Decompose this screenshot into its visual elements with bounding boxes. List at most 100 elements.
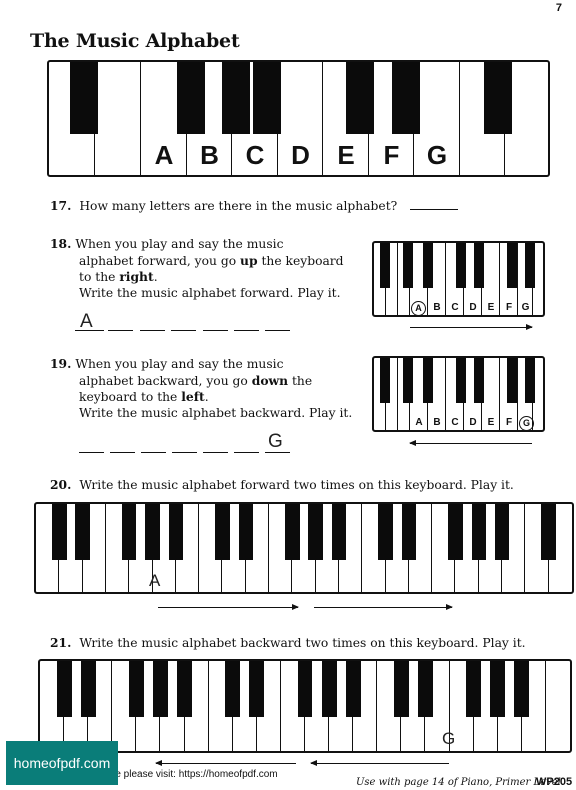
black-key: [448, 504, 463, 560]
black-key: [484, 62, 512, 134]
black-key: [168, 504, 184, 560]
black-key: [308, 504, 323, 560]
black-key: [507, 358, 517, 403]
key-letter-f: F: [383, 140, 400, 170]
watermark-badge[interactable]: homeofpdf.com: [6, 741, 118, 785]
question-number: 18.: [50, 236, 72, 251]
key-letter-a: A: [415, 417, 423, 428]
music-alphabet-keyboard: A B C D E F G: [47, 60, 550, 177]
key-letter-b: B: [200, 140, 219, 170]
black-key: [321, 661, 337, 717]
black-key: [215, 504, 230, 560]
answer-blank[interactable]: [203, 452, 228, 453]
black-key: [490, 661, 506, 717]
question-number: 19.: [50, 356, 72, 371]
black-key: [145, 504, 160, 560]
answer-blank[interactable]: [79, 452, 104, 453]
black-key: [380, 358, 390, 403]
black-key: [128, 661, 144, 717]
forward-two-octave-keyboard: [34, 502, 574, 594]
handwritten-answer: G: [268, 431, 283, 452]
black-key: [225, 661, 241, 717]
key-letter-f: F: [505, 417, 513, 428]
backward-keyboard: A B C D E F G: [372, 356, 545, 432]
black-key: [345, 661, 361, 717]
answer-blank[interactable]: [140, 330, 165, 331]
key-letter-g: G: [426, 140, 448, 170]
handwritten-answer: A: [149, 571, 161, 590]
answer-blank[interactable]: [75, 330, 104, 331]
question-line: keyboard to the: [79, 390, 182, 404]
book-code: WP205: [536, 776, 573, 788]
black-key: [474, 358, 484, 403]
question-line: .: [204, 390, 209, 404]
question-text: Write the music alphabet forward two tim…: [79, 478, 514, 492]
emphasis-word: up: [240, 252, 258, 268]
black-key: [52, 504, 67, 560]
question-17: 17. How many letters are there in the mu…: [50, 198, 397, 215]
black-key: [514, 661, 530, 717]
black-key: [152, 661, 168, 717]
use-with-note: Use with page 14 of Piano, Primer Level.: [356, 777, 564, 788]
question-line: .: [153, 270, 158, 284]
black-key: [285, 504, 300, 560]
key-letter-b: B: [433, 417, 441, 428]
right-arrow: [314, 603, 453, 610]
answer-blank[interactable]: [171, 330, 196, 331]
key-letter-a: A: [154, 140, 174, 170]
black-key: [401, 504, 417, 560]
key-letter-g-circled: G: [519, 416, 534, 430]
black-key: [403, 243, 413, 288]
black-key: [541, 504, 556, 560]
right-arrow: [158, 603, 299, 610]
key-letter-b: B: [433, 302, 441, 313]
black-key: [70, 62, 98, 134]
answer-blank[interactable]: [110, 452, 135, 453]
question-19: 19. When you play and say the music alph…: [50, 356, 352, 421]
key-letter-c: C: [451, 417, 459, 428]
key-letter-f: F: [505, 302, 513, 313]
black-key: [249, 661, 265, 717]
answer-blank[interactable]: [172, 452, 197, 453]
question-line: When you play and say the music: [75, 357, 284, 371]
black-key: [75, 504, 90, 560]
question-text: How many letters are there in the music …: [79, 199, 398, 213]
handwritten-answer: G: [442, 729, 456, 748]
black-key: [456, 243, 466, 288]
left-arrow: [310, 759, 449, 766]
key-letter-e: E: [337, 140, 355, 170]
key-letter-d: D: [469, 417, 477, 428]
question-line: alphabet backward, you go: [79, 373, 252, 388]
question-number: 17.: [50, 198, 72, 213]
answer-blank[interactable]: [265, 330, 290, 331]
black-key: [121, 504, 137, 560]
black-key: [238, 504, 253, 560]
white-key: [546, 661, 570, 751]
key-letter-e: E: [487, 417, 495, 428]
key-letter-d: D: [291, 140, 310, 170]
question-20: 20. Write the music alphabet forward two…: [50, 477, 514, 494]
question-line: the keyboard: [257, 253, 344, 268]
answer-blank[interactable]: [141, 452, 166, 453]
black-key: [177, 62, 205, 134]
key-letter-c: C: [245, 140, 265, 170]
page-title: The Music Alphabet: [30, 30, 240, 52]
right-arrow: [410, 323, 533, 330]
black-key: [466, 661, 482, 717]
answer-blank[interactable]: [234, 452, 259, 453]
black-key: [392, 62, 420, 134]
black-key: [177, 661, 192, 717]
question-18: 18. When you play and say the music alph…: [50, 236, 344, 301]
answer-blank[interactable]: [234, 330, 259, 331]
left-arrow: [155, 759, 296, 766]
black-key: [378, 504, 393, 560]
key-letter-e: E: [487, 302, 495, 313]
answer-blank[interactable]: [203, 330, 228, 331]
instruction: Write the music alphabet backward. Play …: [79, 405, 353, 420]
page-number: 7: [555, 2, 562, 14]
answer-blank[interactable]: [410, 209, 458, 210]
answer-blank[interactable]: [108, 330, 133, 331]
white-key: [95, 62, 141, 175]
visit-note: re please visit: https://homeofpdf.com: [112, 769, 278, 780]
black-key: [331, 504, 347, 560]
